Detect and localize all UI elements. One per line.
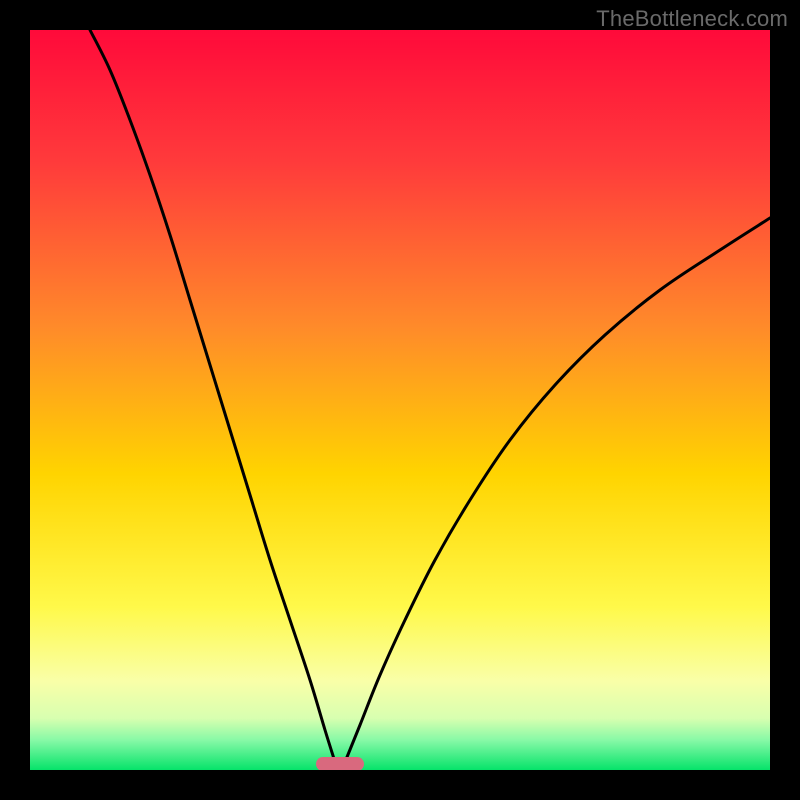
bottleneck-curve xyxy=(30,30,770,770)
optimum-marker xyxy=(316,757,364,770)
outer-frame: TheBottleneck.com xyxy=(0,0,800,800)
plot-area xyxy=(30,30,770,770)
watermark-text: TheBottleneck.com xyxy=(596,6,788,32)
